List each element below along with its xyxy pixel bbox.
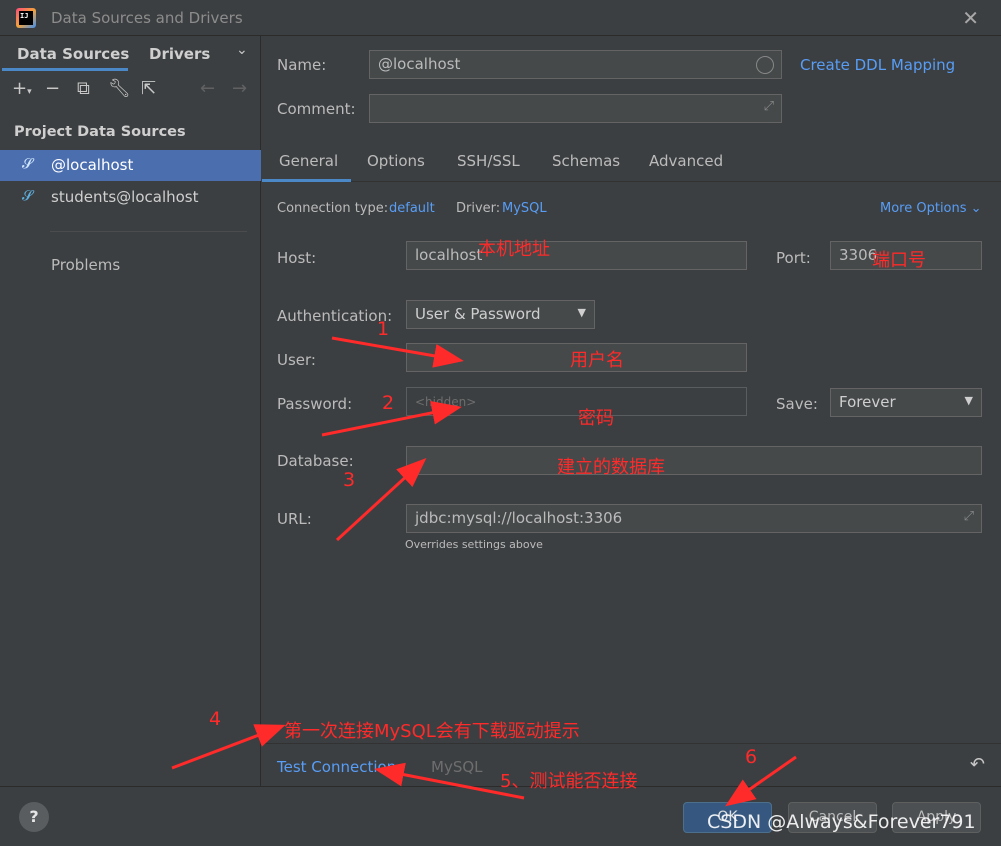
url-field[interactable]: jdbc:mysql://localhost:3306 ⤢ <box>406 504 982 533</box>
connection-type-link[interactable]: default <box>389 201 435 216</box>
save-dropdown[interactable]: Forever ▼ <box>830 388 982 417</box>
csdn-watermark: CSDN @Always&Forever791 <box>707 811 976 833</box>
chevron-down-icon: ⌄ <box>970 201 982 216</box>
tab-general[interactable]: General <box>279 152 338 170</box>
left-toolbar: +▾ − ⧉ 🔧︎ ⇱ ← → <box>0 76 261 106</box>
tab-options[interactable]: Options <box>367 152 425 170</box>
remove-icon[interactable]: − <box>45 78 60 99</box>
forward-arrow-icon[interactable]: → <box>232 78 247 99</box>
annotation-host: 本机地址 <box>478 239 550 260</box>
annotation-number-6: 6 <box>745 746 758 768</box>
section-label: Project Data Sources <box>14 124 186 140</box>
annotation-password: 密码 <box>578 408 614 429</box>
annotation-number-3: 3 <box>343 469 356 491</box>
host-value: localhost <box>415 246 483 264</box>
create-ddl-mapping-link[interactable]: Create DDL Mapping <box>800 56 955 74</box>
save-value: Forever <box>839 393 896 411</box>
wrench-icon[interactable]: 🔧︎ <box>108 78 131 99</box>
authentication-dropdown[interactable]: User & Password ▼ <box>406 300 595 329</box>
password-placeholder: <hidden> <box>415 395 477 409</box>
divider <box>50 231 247 232</box>
right-panel: Name: @localhost Create DDL Mapping Comm… <box>262 36 1001 786</box>
comment-field[interactable]: ⤢ <box>369 94 782 123</box>
settings-tabs: General Options SSH/SSL Schemas Advanced <box>262 144 1001 182</box>
host-field[interactable]: localhost <box>406 241 747 270</box>
database-field[interactable] <box>406 446 982 475</box>
tab-schemas[interactable]: Schemas <box>552 152 620 170</box>
mysql-dolphin-icon: 𝓢 <box>22 188 33 204</box>
user-label: User: <box>277 351 316 369</box>
annotation-number-1: 1 <box>377 318 390 340</box>
name-label: Name: <box>277 56 327 74</box>
jump-to-icon[interactable]: ⇱ <box>141 78 156 99</box>
authentication-label: Authentication: <box>277 307 393 325</box>
expand-icon[interactable]: ⤢ <box>964 509 974 524</box>
driver-label: Driver: <box>456 201 501 216</box>
password-label: Password: <box>277 395 353 413</box>
back-arrow-icon[interactable]: ← <box>200 78 215 99</box>
annotation-driver-download: 第一次连接MySQL会有下载驱动提示 <box>284 721 580 742</box>
url-value: jdbc:mysql://localhost:3306 <box>415 509 623 527</box>
connection-type-label: Connection type: <box>277 201 389 216</box>
tab-data-sources[interactable]: Data Sources <box>17 45 129 63</box>
annotation-number-2: 2 <box>382 392 395 414</box>
dropdown-arrow-icon: ▼ <box>577 306 586 319</box>
annotation-test-connection: 5、测试能否连接 <box>500 771 638 792</box>
comment-label: Comment: <box>277 100 356 118</box>
tab-ssh-ssl[interactable]: SSH/SSL <box>457 152 520 170</box>
close-icon[interactable]: ✕ <box>962 6 979 30</box>
left-panel: Data Sources Drivers ⌄ +▾ − ⧉ 🔧︎ ⇱ ← → P… <box>0 36 261 786</box>
name-value: @localhost <box>378 55 461 73</box>
revert-icon[interactable]: ↶ <box>970 754 985 775</box>
tab-drivers[interactable]: Drivers <box>149 45 210 63</box>
url-hint: Overrides settings above <box>405 538 543 551</box>
test-connection-link[interactable]: Test Connection <box>277 758 396 776</box>
more-options-label: More Options <box>880 201 967 216</box>
app-icon-text: IJ <box>19 11 33 25</box>
tab-advanced[interactable]: Advanced <box>649 152 723 170</box>
add-icon[interactable]: +▾ <box>12 78 32 99</box>
annotation-port: 端口号 <box>872 250 926 271</box>
save-label: Save: <box>776 395 818 413</box>
problems-item[interactable]: Problems <box>51 256 120 274</box>
password-field[interactable]: <hidden> <box>406 387 747 416</box>
data-source-label: @localhost <box>51 156 134 174</box>
host-label: Host: <box>277 249 317 267</box>
chevron-down-icon[interactable]: ⌄ <box>236 42 248 58</box>
url-label: URL: <box>277 510 312 528</box>
color-picker-icon[interactable] <box>756 56 774 74</box>
dropdown-arrow-icon: ▼ <box>964 394 973 407</box>
help-button[interactable]: ? <box>19 802 49 832</box>
annotation-database: 建立的数据库 <box>557 457 665 478</box>
window-title: Data Sources and Drivers <box>51 9 243 27</box>
title-bar: IJ Data Sources and Drivers ✕ <box>0 0 1001 36</box>
expand-icon[interactable]: ⤢ <box>764 99 774 114</box>
driver-name-label: MySQL <box>431 758 483 776</box>
annotation-user: 用户名 <box>570 350 624 371</box>
authentication-value: User & Password <box>415 305 541 323</box>
intellij-app-icon: IJ <box>16 8 36 28</box>
more-options-link[interactable]: More Options ⌄ <box>880 201 982 216</box>
duplicate-icon[interactable]: ⧉ <box>77 78 90 99</box>
annotation-number-4: 4 <box>209 708 222 730</box>
data-source-label: students@localhost <box>51 188 199 206</box>
data-source-item[interactable]: 𝓢 students@localhost <box>0 182 261 213</box>
left-tabs: Data Sources Drivers ⌄ <box>0 36 261 72</box>
driver-link[interactable]: MySQL <box>502 201 547 216</box>
name-field[interactable]: @localhost <box>369 50 782 79</box>
database-label: Database: <box>277 452 354 470</box>
active-tab-indicator <box>262 179 351 182</box>
active-tab-indicator <box>2 68 128 71</box>
port-label: Port: <box>776 249 811 267</box>
data-source-item[interactable]: 𝓢 @localhost <box>0 150 261 181</box>
mysql-dolphin-icon: 𝓢 <box>22 156 33 172</box>
